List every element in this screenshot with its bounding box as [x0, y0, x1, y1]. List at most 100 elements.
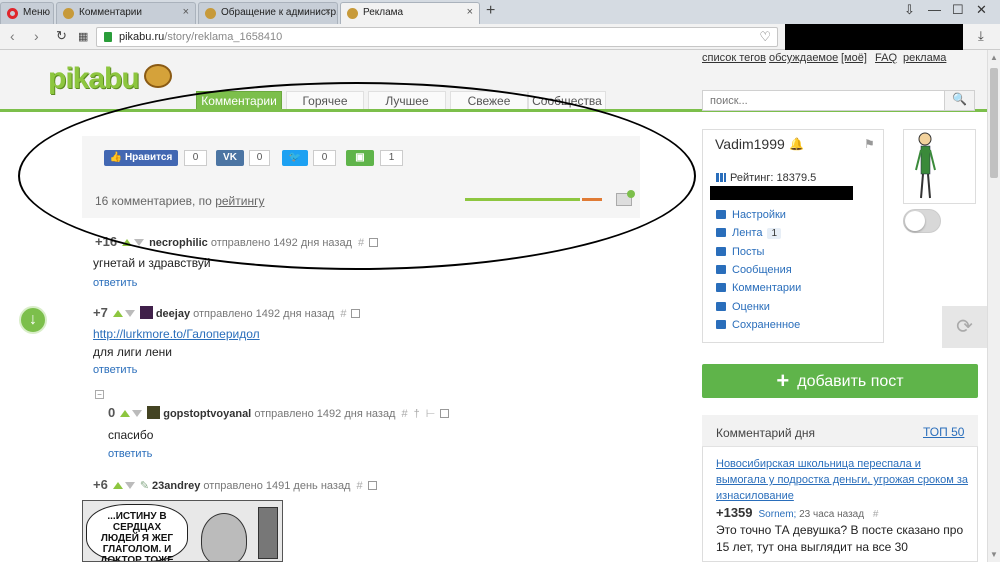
feed-icon [716, 228, 726, 237]
flag-icon[interactable]: ⚑ [864, 137, 875, 151]
user-rating: Рейтинг: 18379.5 [716, 172, 816, 184]
toplink-tags[interactable]: список тегов [702, 52, 766, 64]
close-icon[interactable]: × [467, 6, 473, 18]
reload-icon[interactable]: ↻ [56, 28, 67, 44]
reply-link[interactable]: ответить [108, 448, 152, 460]
page-scrollbar[interactable]: ▲ ▼ [987, 50, 1000, 562]
pikabu-favicon [205, 8, 216, 19]
add-post-button[interactable]: + добавить пост [702, 364, 978, 398]
pin-icon[interactable]: † [414, 408, 420, 420]
save-comment-icon[interactable] [440, 409, 450, 418]
comment-of-day-text: Это точно ТА девушка? В посте сказано пр… [716, 523, 964, 554]
save-comment-icon[interactable] [367, 481, 377, 490]
tab-label: Меню [23, 7, 51, 18]
comment-header: +6 ✎ 23andrey отправлено 1491 день назад # [93, 477, 377, 492]
comment-score: +6 [93, 477, 108, 492]
tab-menu-icon[interactable]: ⇩ [904, 2, 915, 18]
comment-link[interactable]: http://lurkmore.to/Галоперидол [93, 327, 260, 341]
reply-branch-icon[interactable]: ⊢ [426, 408, 436, 420]
speed-dial-icon[interactable]: ▦ [78, 30, 88, 43]
scrollbar-thumb[interactable] [990, 68, 998, 178]
refresh-icon[interactable]: ⟳ [942, 306, 987, 348]
comment-image[interactable]: ...ИСТИНУ В СЕРДЦАХ ЛЮДЕЙ Я ЖЕГ ГЛАГОЛОМ… [82, 500, 283, 562]
sidebar-item-saved[interactable]: Сохраненное [716, 319, 800, 331]
scroll-up-icon[interactable]: ▲ [990, 53, 998, 62]
maximize-icon[interactable]: ☐ [952, 2, 964, 18]
toplink-faq[interactable]: FAQ [875, 52, 897, 64]
toplink-mine[interactable]: [моё] [841, 52, 867, 64]
search-icon[interactable]: 🔍 [944, 91, 974, 110]
comment-header: 0 gopstoptvoyanal отправлено 1492 дня наз… [108, 405, 450, 420]
theme-toggle[interactable] [903, 209, 941, 233]
comment-text: спасибо [108, 428, 154, 442]
tab-appeal[interactable]: Обращение к администр... × [198, 2, 338, 24]
tab-comments[interactable]: Комментарии × [56, 2, 196, 24]
posts-icon [716, 247, 726, 256]
back-icon[interactable]: ‹ [10, 28, 15, 44]
scroll-down-icon[interactable]: ▼ [990, 550, 998, 559]
sidebar-item-messages[interactable]: Сообщения [716, 264, 792, 276]
comment-header: +7 deejay отправлено 1492 дня назад # [93, 305, 361, 320]
tab-advert[interactable]: Реклама × [340, 2, 480, 24]
toplink-ads[interactable]: реклама [903, 52, 946, 64]
comment-time: отправлено 1491 день назад [203, 480, 351, 492]
comment-of-day-meta: +1359 Sornem; 23 часа назад # [716, 505, 878, 520]
comment-author[interactable]: 23andrey [152, 480, 200, 492]
forward-icon[interactable]: › [34, 28, 39, 44]
bookmark-heart-icon[interactable]: ♡ [759, 29, 771, 45]
download-icon[interactable]: ⤓ [978, 28, 984, 44]
sidebar-item-comments[interactable]: Комментарии [716, 282, 801, 294]
pikabu-logo[interactable]: pikabu [48, 62, 140, 96]
sidebar-item-posts[interactable]: Посты [716, 246, 764, 258]
url-input[interactable]: pikabu.ru/story/reklama_1658410 ♡ [96, 27, 778, 47]
comment-of-day-post-link[interactable]: Новосибирская школьница переспала и вымо… [716, 456, 971, 504]
reply-link[interactable]: ответить [93, 364, 137, 376]
pen-icon: ✎ [139, 480, 150, 492]
avatar[interactable] [147, 406, 161, 419]
sidebar-item-ratings[interactable]: Оценки [716, 301, 770, 313]
sidebar-item-settings[interactable]: Настройки [716, 209, 786, 221]
downvote-icon[interactable] [132, 410, 143, 417]
close-icon[interactable]: × [325, 6, 331, 18]
comment-author[interactable]: deejay [156, 308, 190, 320]
redacted-area [785, 24, 963, 52]
arrow-down-icon[interactable]: ↓ [19, 306, 47, 334]
permalink-icon[interactable]: # [401, 408, 407, 420]
top50-link[interactable]: ТОП 50 [923, 425, 964, 439]
lock-icon [104, 32, 112, 42]
comment-of-day-title: Комментарий дня [716, 426, 816, 440]
comment-text: для лиги лени [93, 345, 172, 359]
screen: Меню Комментарии × Обращение к администр… [0, 0, 1000, 562]
upvote-icon[interactable] [112, 310, 123, 317]
comment-author[interactable]: gopstoptvoyanal [163, 408, 251, 420]
opera-icon [7, 8, 18, 19]
saved-icon [716, 320, 726, 329]
bell-icon[interactable]: 🔔 [789, 137, 804, 151]
comment-score: +7 [93, 305, 108, 320]
downvote-icon[interactable] [124, 310, 135, 317]
downvote-icon[interactable] [124, 482, 135, 489]
reply-link[interactable]: ответить [93, 277, 137, 289]
sidebar-item-feed[interactable]: Лента 1 [716, 227, 782, 239]
window-close-icon[interactable]: ✕ [976, 2, 987, 18]
username[interactable]: Vadim1999 [715, 136, 785, 152]
rating-bars-icon [716, 173, 726, 182]
tab-label: Комментарии [79, 7, 142, 18]
opera-menu-tab[interactable]: Меню [0, 2, 54, 24]
permalink-icon[interactable]: # [356, 480, 362, 492]
save-comment-icon[interactable] [351, 309, 361, 318]
stick-figure-avatar [915, 132, 936, 199]
avatar[interactable] [139, 306, 153, 319]
comment-of-day-score: +1359 [716, 505, 753, 520]
close-icon[interactable]: × [183, 6, 189, 18]
minimize-icon[interactable]: — [928, 2, 941, 17]
toplink-discussed[interactable]: обсуждаемое [769, 52, 838, 64]
browser-tab-bar: Меню Комментарии × Обращение к администр… [0, 0, 1000, 24]
upvote-icon[interactable] [112, 482, 123, 489]
upvote-icon[interactable] [120, 410, 131, 417]
tab-label: Реклама [363, 7, 404, 18]
collapse-thread-icon[interactable]: − [95, 390, 104, 399]
new-tab-button[interactable]: + [486, 2, 495, 20]
search-input[interactable] [703, 91, 933, 110]
permalink-icon[interactable]: # [340, 308, 346, 320]
